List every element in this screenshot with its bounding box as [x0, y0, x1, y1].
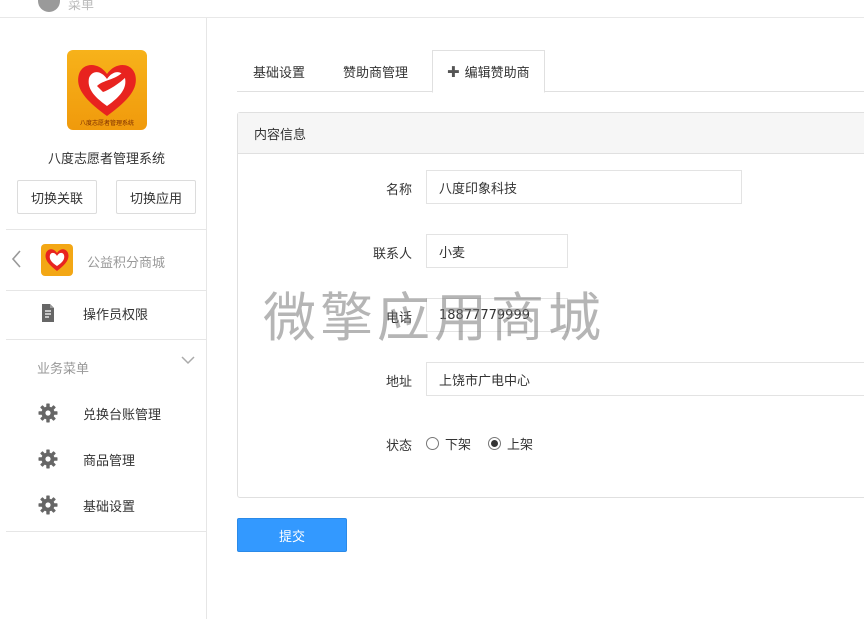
contact-label: 联系人 — [372, 247, 412, 262]
divider — [6, 531, 207, 532]
logo-caption: 八度志愿者管理系统 — [79, 120, 134, 127]
sidebar-item-label: 商品管理 — [83, 453, 136, 469]
mall-logo — [41, 244, 73, 276]
status-radio-on-shelf[interactable]: 上架 — [488, 434, 533, 453]
sidebar: 八度志愿者管理系统 八度志愿者管理系统 切换关联 切换应用 公益积分商城 操作员… — [6, 18, 207, 619]
sidebar-item-label: 操作员权限 — [83, 307, 149, 323]
switch-link-button[interactable]: 切换关联 — [17, 180, 97, 214]
phone-input[interactable]: 18877779999 — [426, 298, 568, 332]
heart-hand-icon — [45, 249, 69, 271]
divider — [6, 229, 207, 230]
name-input[interactable]: 八度印象科技 — [426, 170, 742, 204]
gear-icon — [38, 403, 58, 423]
submit-button[interactable]: 提交 — [237, 518, 347, 552]
tab-sponsor-management[interactable]: 赞助商管理 — [343, 50, 408, 92]
menu-icon[interactable] — [38, 0, 60, 12]
panel-title: 内容信息 — [238, 113, 864, 154]
phone-label: 电话 — [385, 311, 412, 326]
address-input[interactable]: 上饶市广电中心 — [426, 362, 864, 396]
sidebar-item-operator-permission[interactable]: 操作员权限 — [6, 293, 207, 333]
sidebar-item-products[interactable]: 商品管理 — [6, 439, 207, 479]
sidebar-item-label: 兑换台账管理 — [83, 407, 162, 423]
tab-label: 编辑赞助商 — [464, 66, 530, 81]
radio-label: 下架 — [445, 438, 472, 453]
content-panel: 内容信息 名称 八度印象科技 联系人 小麦 电话 18877779999 地址 … — [237, 112, 864, 498]
group-title: 业务菜单 — [37, 362, 90, 377]
divider — [6, 339, 207, 340]
tab-basic-settings[interactable]: 基础设置 — [253, 50, 305, 92]
tab-edit-sponsor[interactable]: ✚ 编辑赞助商 — [432, 50, 545, 93]
sidebar-item-label: 基础设置 — [83, 499, 136, 515]
status-label: 状态 — [385, 439, 412, 454]
switch-app-button[interactable]: 切换应用 — [116, 180, 196, 214]
divider — [6, 290, 207, 291]
contact-input[interactable]: 小麦 — [426, 234, 568, 268]
document-edit-icon — [42, 304, 54, 322]
app-logo: 八度志愿者管理系统 — [67, 50, 147, 130]
sidebar-item-basic-settings[interactable]: 基础设置 — [6, 485, 207, 525]
chevron-left-icon[interactable] — [10, 249, 22, 269]
gear-icon — [38, 449, 58, 469]
address-label: 地址 — [385, 375, 412, 390]
gear-icon — [38, 495, 58, 515]
plus-icon: ✚ — [447, 62, 460, 81]
radio-icon — [426, 437, 439, 450]
app-name: 八度志愿者管理系统 — [47, 152, 165, 167]
chevron-down-icon[interactable] — [180, 354, 196, 366]
mall-name: 公益积分商城 — [87, 256, 166, 271]
top-bar-label: 菜单 — [68, 0, 95, 13]
top-bar: 菜单 — [0, 0, 864, 18]
radio-checked-icon — [488, 437, 501, 450]
radio-label: 上架 — [507, 438, 534, 453]
sidebar-item-exchange-ledger[interactable]: 兑换台账管理 — [6, 393, 207, 433]
name-label: 名称 — [385, 183, 412, 198]
status-radio-off-shelf[interactable]: 下架 — [426, 434, 471, 453]
tab-bar: 基础设置 赞助商管理 ✚ 编辑赞助商 — [237, 50, 864, 93]
